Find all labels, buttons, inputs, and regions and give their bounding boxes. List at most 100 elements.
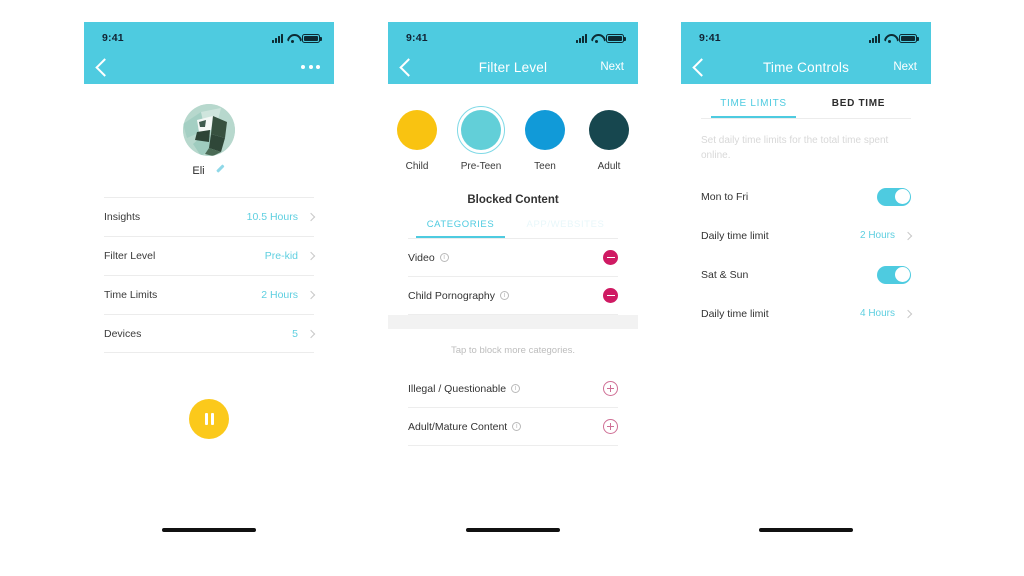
phone-screen-time-controls: 9:41 Time Controls Next TIME LIMITS BED … bbox=[681, 22, 931, 554]
filter-dot bbox=[397, 110, 437, 150]
tab-categories[interactable]: CATEGORIES bbox=[408, 219, 513, 238]
blocked-content-tabs: CATEGORIES APP/WEBSITES bbox=[388, 219, 638, 238]
list-item-value: 10.5 Hours bbox=[246, 211, 298, 223]
status-bar-3: 9:41 bbox=[681, 22, 931, 50]
filter-dot bbox=[589, 110, 629, 150]
list-item-devices[interactable]: Devices 5 bbox=[104, 314, 316, 353]
signal-icon bbox=[576, 33, 587, 43]
add-block-button[interactable] bbox=[603, 381, 618, 396]
addable-row-label: Adult/Mature Content bbox=[408, 420, 508, 433]
pause-button-wrap bbox=[84, 399, 334, 439]
list-item-filter-level[interactable]: Filter Level Pre-kid bbox=[104, 236, 316, 275]
home-indicator bbox=[466, 528, 560, 532]
status-bar-1: 9:41 bbox=[84, 22, 334, 50]
filter-level-options: Child Pre-Teen Teen Adult bbox=[388, 84, 638, 172]
list-item-label: Devices bbox=[104, 327, 142, 340]
remove-block-button[interactable] bbox=[603, 250, 618, 265]
row-label: Daily time limit bbox=[701, 307, 769, 320]
blocked-content-title: Blocked Content bbox=[467, 194, 559, 206]
row-value: 4 Hours bbox=[859, 308, 895, 319]
chevron-right-icon bbox=[306, 212, 316, 222]
row-sat-and-sun[interactable]: Sat & Sun bbox=[701, 255, 911, 294]
row-value: 2 Hours bbox=[859, 230, 895, 241]
battery-icon bbox=[606, 33, 626, 43]
header-bar-2: 9:41 Filter Level Next bbox=[388, 22, 638, 84]
filter-option-pre-teen[interactable]: Pre-Teen bbox=[457, 106, 505, 172]
row-daily-time-limit-weekday[interactable]: Daily time limit 2 Hours bbox=[701, 216, 913, 255]
addable-row-illegal-questionable[interactable]: Illegal / Questionable i bbox=[408, 370, 618, 408]
row-label: Daily time limit bbox=[701, 229, 769, 242]
status-clock: 9:41 bbox=[102, 32, 124, 44]
tab-bed-time[interactable]: BED TIME bbox=[806, 98, 911, 118]
status-icons bbox=[272, 33, 322, 43]
list-item-value: Pre-kid bbox=[264, 250, 298, 262]
settings-list: Insights 10.5 Hours Filter Level Pre-kid… bbox=[84, 197, 334, 353]
pause-icon bbox=[204, 413, 208, 425]
phone-screen-filter-level: 9:41 Filter Level Next Child Pre-Teen Te… bbox=[388, 22, 638, 554]
info-icon[interactable]: i bbox=[511, 384, 521, 393]
list-item-label: Time Limits bbox=[104, 289, 158, 301]
toggle-sat-and-sun[interactable] bbox=[877, 265, 911, 284]
more-horizontal-icon[interactable] bbox=[301, 65, 320, 69]
nav-bar-2: Filter Level Next bbox=[388, 50, 638, 84]
list-item-value: 2 Hours bbox=[261, 289, 298, 301]
info-icon[interactable]: i bbox=[439, 253, 449, 262]
filter-option-child[interactable]: Child bbox=[393, 106, 441, 172]
filter-option-adult[interactable]: Adult bbox=[585, 106, 633, 172]
home-indicator bbox=[162, 528, 256, 532]
filter-dot-wrap bbox=[521, 106, 569, 154]
tab-time-limits[interactable]: TIME LIMITS bbox=[701, 98, 806, 118]
filter-option-teen[interactable]: Teen bbox=[521, 106, 569, 172]
row-label: Sat & Sun bbox=[701, 268, 749, 281]
status-bar-2: 9:41 bbox=[388, 22, 638, 50]
block-more-hint: Tap to block more categories. bbox=[450, 345, 576, 356]
toggle-mon-to-fri[interactable] bbox=[877, 187, 911, 206]
addable-row-adult-mature-content[interactable]: Adult/Mature Content i bbox=[408, 408, 618, 446]
pause-button[interactable] bbox=[189, 399, 229, 439]
tab-app-websites[interactable]: APP/WEBSITES bbox=[513, 219, 618, 238]
list-item-value: 5 bbox=[292, 327, 298, 340]
status-clock: 9:41 bbox=[406, 32, 428, 44]
next-button[interactable]: Next bbox=[893, 61, 917, 73]
chevron-right-icon bbox=[306, 290, 316, 300]
filter-label: Adult bbox=[597, 161, 621, 172]
row-mon-to-fri[interactable]: Mon to Fri bbox=[701, 177, 911, 216]
profile-name: Eli bbox=[192, 165, 205, 177]
battery-icon bbox=[899, 33, 919, 43]
list-item-time-limits[interactable]: Time Limits 2 Hours bbox=[104, 275, 316, 314]
profile-section: Eli bbox=[84, 84, 334, 177]
battery-icon bbox=[302, 33, 322, 43]
wifi-icon bbox=[591, 34, 602, 43]
filter-label: Pre-Teen bbox=[460, 161, 502, 172]
row-label: Mon to Fri bbox=[701, 190, 749, 203]
next-button[interactable]: Next bbox=[600, 61, 624, 73]
blocked-row-video[interactable]: Video i bbox=[408, 239, 618, 277]
row-daily-time-limit-weekend[interactable]: Daily time limit 4 Hours bbox=[701, 294, 913, 333]
list-item-insights[interactable]: Insights 10.5 Hours bbox=[104, 197, 316, 236]
screenshot-stage: 9:41 Eli Insights 10.5 Hours Filter Leve… bbox=[0, 0, 1024, 576]
chevron-right-icon bbox=[903, 309, 913, 318]
blocked-row-child-pornography[interactable]: Child Pornography i bbox=[408, 277, 618, 315]
phone-screen-profile: 9:41 Eli Insights 10.5 Hours Filter Leve… bbox=[84, 22, 334, 554]
filter-dot bbox=[461, 110, 501, 150]
blocked-row-label: Video bbox=[408, 251, 435, 264]
signal-icon bbox=[869, 33, 880, 43]
list-item-label: Insights bbox=[104, 211, 141, 223]
time-controls-tabs: TIME LIMITS BED TIME bbox=[681, 98, 931, 118]
section-spacer bbox=[388, 315, 638, 329]
panda-avatar-art bbox=[183, 104, 235, 156]
pencil-icon[interactable] bbox=[215, 166, 226, 177]
filter-dot-wrap bbox=[585, 106, 633, 154]
chevron-right-icon bbox=[903, 231, 913, 240]
back-icon[interactable] bbox=[95, 57, 114, 77]
status-clock: 9:41 bbox=[699, 32, 721, 44]
add-block-button[interactable] bbox=[603, 419, 618, 434]
panda-avatar[interactable] bbox=[183, 104, 235, 156]
wifi-icon bbox=[287, 34, 298, 43]
remove-block-button[interactable] bbox=[603, 288, 618, 303]
info-icon[interactable]: i bbox=[512, 422, 522, 431]
filter-dot bbox=[525, 110, 565, 150]
filter-dot-wrap bbox=[393, 106, 441, 154]
info-icon[interactable]: i bbox=[499, 291, 509, 300]
list-item-label: Filter Level bbox=[104, 250, 156, 262]
